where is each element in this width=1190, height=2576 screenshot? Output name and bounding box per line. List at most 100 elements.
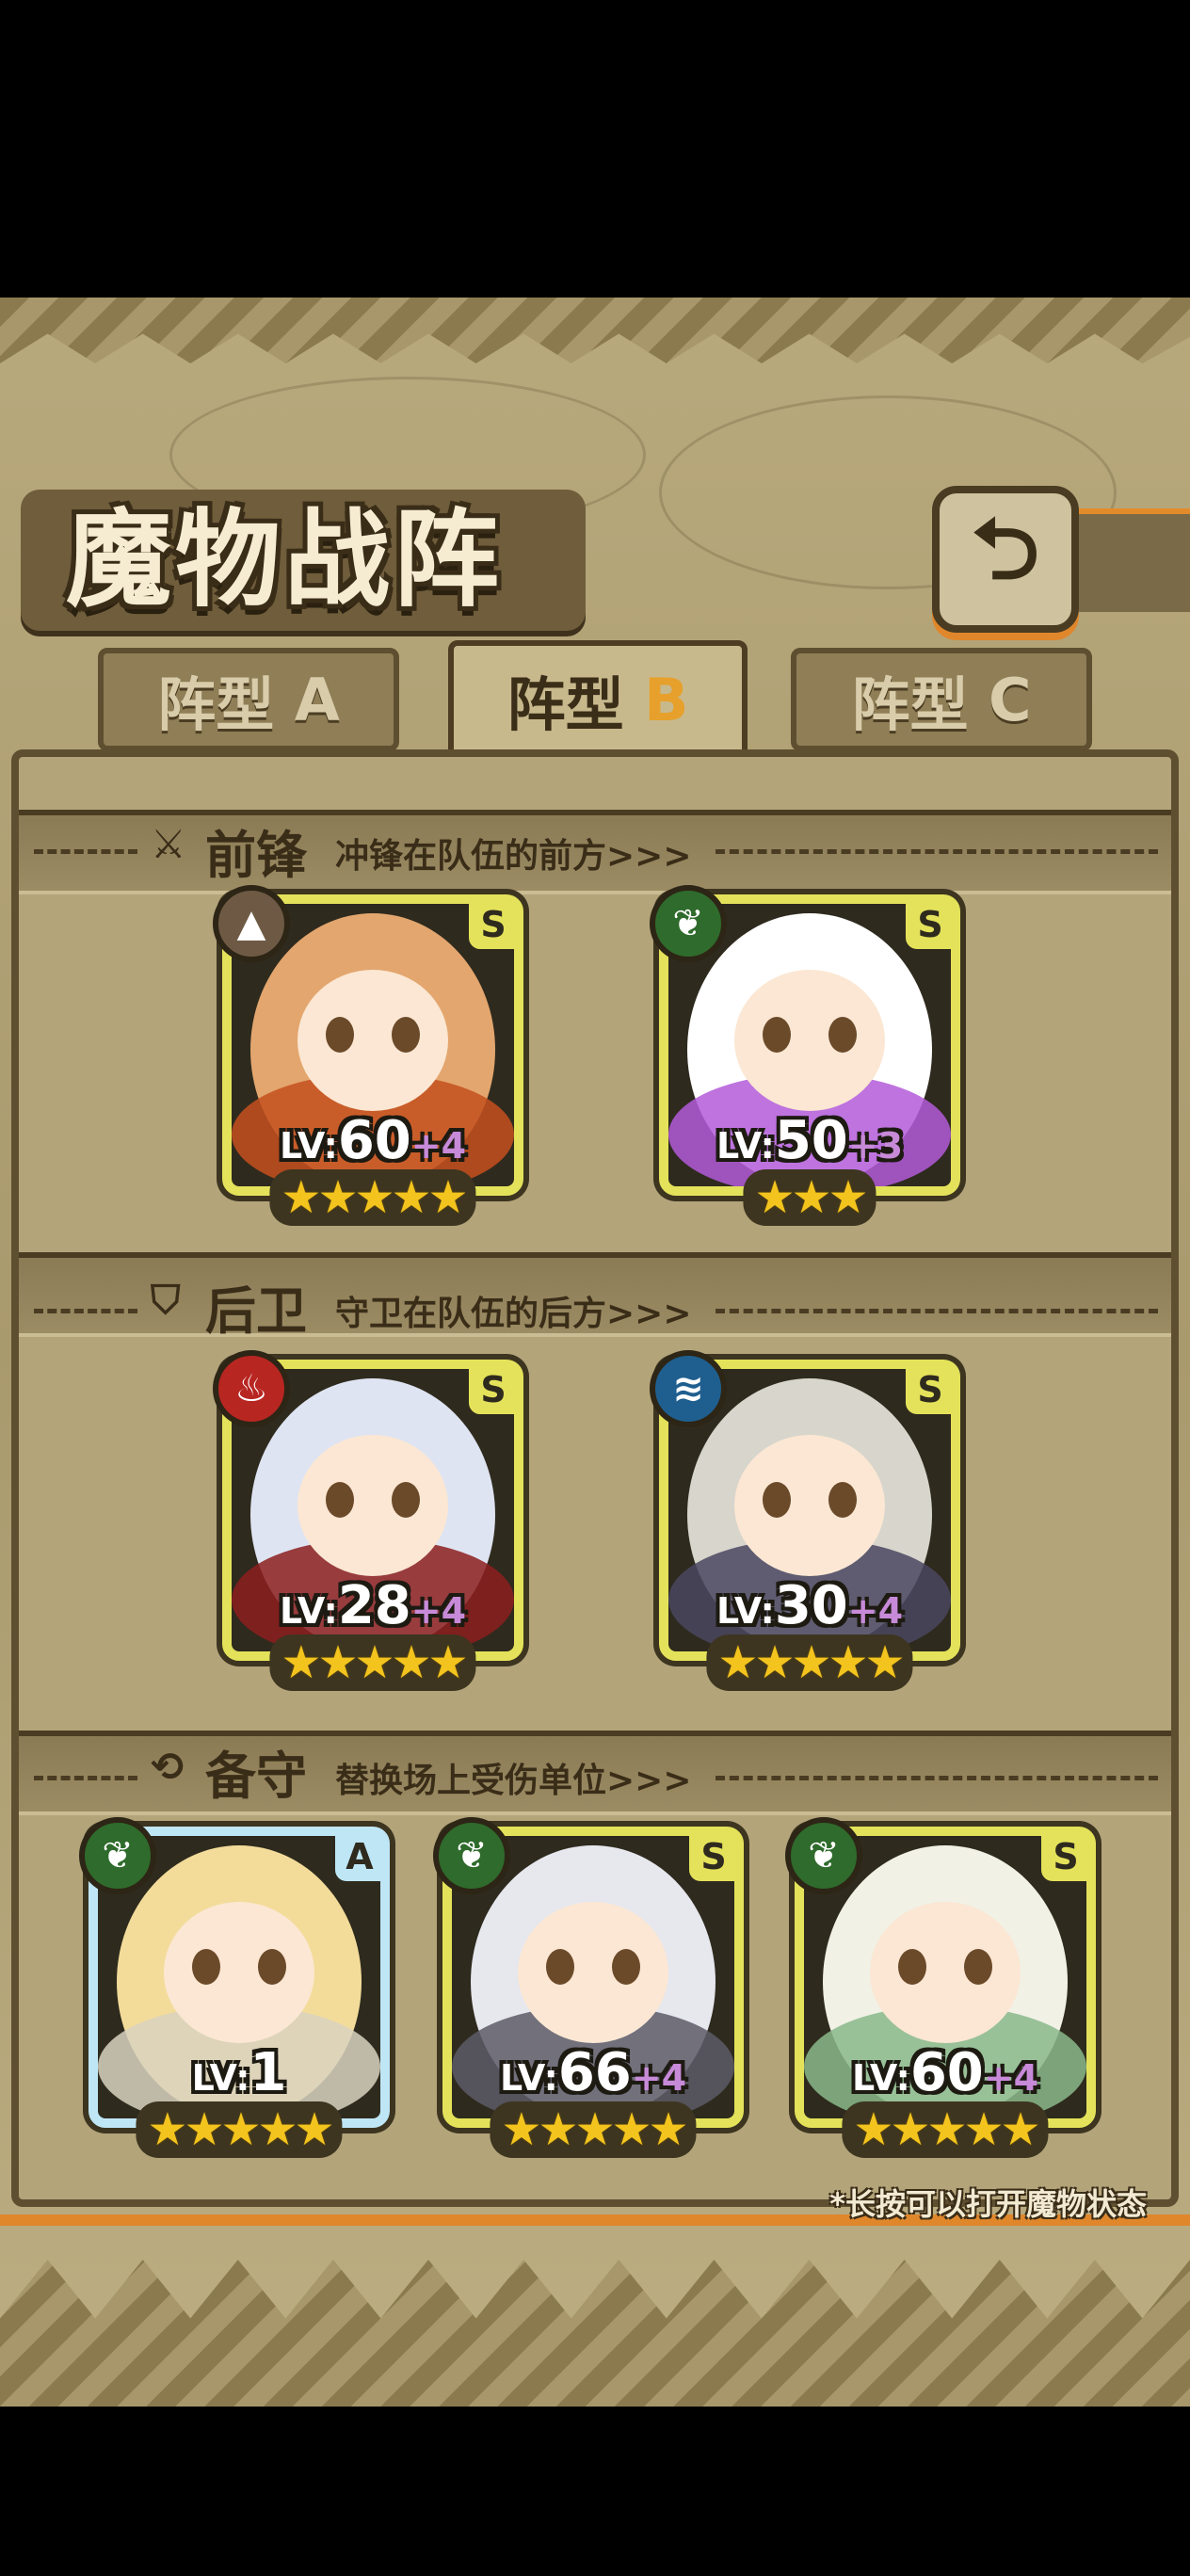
portrait-eye (612, 1949, 640, 1985)
star-rating: ★★★★★ (269, 1169, 476, 1226)
long-press-hint: *长按可以打开魔物状态 (829, 2186, 1147, 2222)
portrait-face (298, 970, 448, 1111)
page-title: 魔物战阵 (66, 498, 503, 621)
portrait-face (518, 1902, 668, 2043)
sword-icon: ⚔ (151, 821, 186, 867)
section-desc-reserve: 替换场上受伤单位>>> (335, 1762, 692, 1800)
portrait-eye (258, 1949, 286, 1985)
portrait-eye (392, 1017, 420, 1053)
element-earth-icon: ▲ (213, 885, 290, 962)
star-rating: ★★★★★ (269, 1634, 476, 1691)
star-rating: ★★★ (743, 1169, 876, 1226)
portrait-face (734, 970, 885, 1111)
divider (716, 1776, 1158, 1780)
divider (34, 1309, 137, 1313)
star-rating: ★★★★★ (490, 2101, 697, 2158)
level-label: LV: (716, 1125, 775, 1167)
level-plus: +4 (983, 2057, 1039, 2099)
section-title-reserve: 备守 (205, 1746, 307, 1806)
portrait-eye (392, 1482, 420, 1518)
portrait-face (870, 1902, 1021, 2043)
rank-label: S (917, 904, 943, 945)
unit-card[interactable]: S ♨ LV:28+4 ★★★★★ (213, 1350, 523, 1691)
tab-formation-a[interactable]: 阵型 A (98, 648, 399, 751)
tab-formation-b[interactable]: 阵型 B (448, 640, 748, 759)
portrait-eye (828, 1482, 857, 1518)
rank-badge: S (906, 1365, 955, 1414)
shield-icon: ⛉ (151, 1277, 181, 1323)
portrait-face (734, 1435, 885, 1576)
unit-level: LV:1 (98, 2042, 380, 2103)
rank-label: S (917, 1369, 943, 1410)
rank-label: S (700, 1836, 727, 1877)
level-plus: +4 (410, 1125, 467, 1167)
swap-icon: ⟲ (151, 1744, 185, 1790)
level-value: 1 (249, 2042, 287, 2103)
unit-level: LV:66+4 (452, 2042, 734, 2103)
level-plus: +4 (631, 2057, 687, 2099)
portrait-eye (828, 1017, 857, 1053)
unit-level: LV:60+4 (804, 2042, 1086, 2103)
star-rating: ★★★★★ (136, 2101, 343, 2158)
section-desc-front: 冲锋在队伍的前方>>> (335, 837, 692, 876)
tab-letter: A (294, 665, 340, 734)
element-nature-icon: ❦ (79, 1817, 156, 1894)
rank-label: S (480, 904, 507, 945)
section-title-front: 前锋 (205, 825, 307, 885)
portrait-eye (763, 1017, 791, 1053)
divider (34, 849, 137, 854)
unit-level: LV:50+3 (668, 1110, 951, 1171)
level-value: 60 (909, 2042, 984, 2103)
unit-card[interactable]: S ▲ LV:60+4 ★★★★★ (213, 885, 523, 1226)
portrait-face (298, 1435, 448, 1576)
rank-badge: S (689, 1832, 738, 1881)
element-water-icon: ≋ (650, 1350, 727, 1427)
element-nature-icon: ❦ (433, 1817, 510, 1894)
divider (716, 1309, 1158, 1313)
unit-card[interactable]: A ❦ LV:1 ★★★★★ (79, 1817, 390, 2158)
tab-label: 阵型 (157, 670, 275, 739)
rank-label: S (1053, 1836, 1079, 1877)
tab-label: 阵型 (507, 670, 624, 739)
divider (34, 1776, 137, 1780)
unit-card[interactable]: S ≋ LV:30+4 ★★★★★ (650, 1350, 960, 1691)
portrait-face (164, 1902, 314, 2043)
level-plus: +4 (847, 1590, 904, 1632)
rank-badge: S (469, 1365, 518, 1414)
tab-letter: C (989, 665, 1032, 734)
return-icon: ⮌ (971, 499, 1040, 599)
divider (716, 849, 1158, 854)
section-title-rear: 后卫 (205, 1280, 307, 1341)
level-value: 50 (774, 1110, 848, 1171)
rank-label: S (480, 1369, 507, 1410)
unit-level: LV:28+4 (232, 1575, 514, 1636)
rank-badge: S (906, 900, 955, 949)
level-plus: +4 (410, 1590, 467, 1632)
unit-card[interactable]: S ❦ LV:66+4 ★★★★★ (433, 1817, 744, 2158)
rank-badge: S (469, 900, 518, 949)
level-label: LV: (716, 1590, 775, 1632)
portrait-eye (546, 1949, 574, 1985)
portrait-eye (964, 1949, 992, 1985)
portrait-eye (898, 1949, 926, 1985)
back-button[interactable]: ⮌ (932, 486, 1079, 633)
unit-level: LV:30+4 (668, 1575, 951, 1636)
portrait-eye (326, 1017, 354, 1053)
level-label: LV: (499, 2057, 558, 2099)
tab-formation-c[interactable]: 阵型 C (791, 648, 1092, 751)
rank-label: A (346, 1836, 374, 1877)
level-value: 30 (774, 1575, 848, 1636)
star-rating: ★★★★★ (706, 1634, 913, 1691)
level-value: 66 (557, 2042, 632, 2103)
level-plus: +3 (847, 1125, 904, 1167)
unit-level: LV:60+4 (232, 1110, 514, 1171)
level-label: LV: (279, 1125, 338, 1167)
element-nature-icon: ❦ (785, 1817, 862, 1894)
element-fire-icon: ♨ (213, 1350, 290, 1427)
rank-badge: A (335, 1832, 384, 1881)
tab-letter: B (644, 665, 689, 734)
portrait-eye (326, 1482, 354, 1518)
unit-card[interactable]: S ❦ LV:50+3 ★★★ (650, 885, 960, 1226)
unit-card[interactable]: S ❦ LV:60+4 ★★★★★ (785, 1817, 1096, 2158)
level-value: 28 (337, 1575, 411, 1636)
